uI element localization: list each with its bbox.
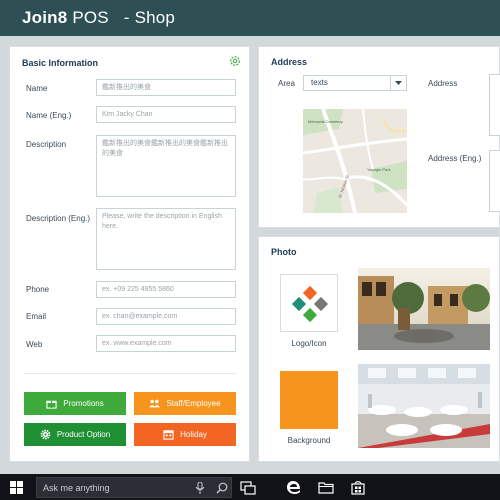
product-option-button[interactable]: Product Option <box>24 423 126 446</box>
holiday-label: Holiday <box>180 430 207 439</box>
calendar-icon <box>163 430 174 440</box>
photo-title: Photo <box>271 247 297 257</box>
address-label: Address <box>428 79 458 88</box>
address-field[interactable] <box>489 74 500 136</box>
basic-information-title: Basic Information <box>22 58 99 68</box>
address-eng-field[interactable] <box>489 150 500 212</box>
logo-thumbnail[interactable] <box>280 274 338 332</box>
search-placeholder: Ask me anything <box>43 483 110 493</box>
shop-photo-2[interactable] <box>358 364 490 448</box>
background-caption: Background <box>287 436 331 445</box>
promotions-button[interactable]: Promotions <box>24 392 126 415</box>
app-title: Join8 POS - Shop <box>22 8 175 28</box>
phone-label: Phone <box>26 285 50 294</box>
map-label-cemetery: Memorial Cemetery <box>308 119 343 124</box>
address-eng-label: Address (Eng.) <box>428 154 482 163</box>
photo-panel: Photo Logo/Icon Background <box>258 236 500 462</box>
area-label: Area <box>278 79 295 88</box>
page-name: - Shop <box>123 8 176 27</box>
title-bar: Join8 POS - Shop <box>0 0 500 36</box>
windows-taskbar: Ask me anything <box>0 474 500 500</box>
map-label-park: Youngle Park <box>367 167 391 172</box>
description-eng-label: Description (Eng.) <box>26 214 91 223</box>
email-field[interactable]: ex. chan@example.com <box>96 308 236 325</box>
area-select[interactable]: texts <box>303 75 407 91</box>
address-panel: Address Area texts Memorial Cemetery You… <box>258 46 500 228</box>
logo-image <box>291 285 329 323</box>
store-icon[interactable] <box>350 480 366 495</box>
search-icon[interactable] <box>216 482 228 494</box>
background-swatch[interactable] <box>280 371 338 429</box>
cortana-search-box[interactable]: Ask me anything <box>36 477 232 498</box>
edge-icon[interactable] <box>286 480 302 495</box>
logo-caption: Logo/Icon <box>291 339 327 348</box>
gear-icon[interactable] <box>229 55 241 67</box>
chevron-down-icon <box>390 76 406 90</box>
web-label: Web <box>26 340 43 349</box>
web-field[interactable]: ex. www.example.com <box>96 335 236 352</box>
windows-start-icon[interactable] <box>10 481 23 494</box>
promotions-label: Promotions <box>63 399 104 408</box>
phone-field[interactable]: ex. +09 225 4855 5860 <box>96 281 236 298</box>
brand-name: Join8 <box>22 8 68 27</box>
description-eng-field[interactable]: Please, write the description in English… <box>96 208 236 270</box>
address-title: Address <box>271 57 308 67</box>
task-view-icon[interactable] <box>240 480 256 495</box>
name-field[interactable]: 鑑新推出的美食 <box>96 79 236 96</box>
settings-cog-icon <box>40 429 51 440</box>
holiday-button[interactable]: Holiday <box>134 423 236 446</box>
shop-photo-1[interactable] <box>358 268 490 350</box>
gift-icon <box>46 400 57 409</box>
staff-employee-button[interactable]: Staff/Employee <box>134 392 236 415</box>
file-explorer-icon[interactable] <box>318 480 334 495</box>
map-preview[interactable]: Memorial Cemetery Youngle Park St. Nicol… <box>303 109 407 213</box>
microphone-icon[interactable] <box>195 482 205 494</box>
name-eng-label: Name (Eng.) <box>26 111 72 120</box>
staff-employee-label: Staff/Employee <box>166 399 221 408</box>
name-eng-field[interactable]: Kim Jacky Chan <box>96 106 236 123</box>
name-label: Name <box>26 84 48 93</box>
description-label: Description <box>26 140 67 149</box>
email-label: Email <box>26 312 47 321</box>
divider <box>24 373 236 374</box>
people-icon <box>149 399 161 408</box>
product-name: POS <box>72 8 109 27</box>
product-option-label: Product Option <box>56 430 111 439</box>
area-select-value: texts <box>311 78 328 87</box>
description-field[interactable]: 鑑新推出的美食鑑新推出的美食鑑新推出的美食 <box>96 135 236 197</box>
basic-information-panel: Basic Information Name 鑑新推出的美食 Name (Eng… <box>9 46 250 462</box>
